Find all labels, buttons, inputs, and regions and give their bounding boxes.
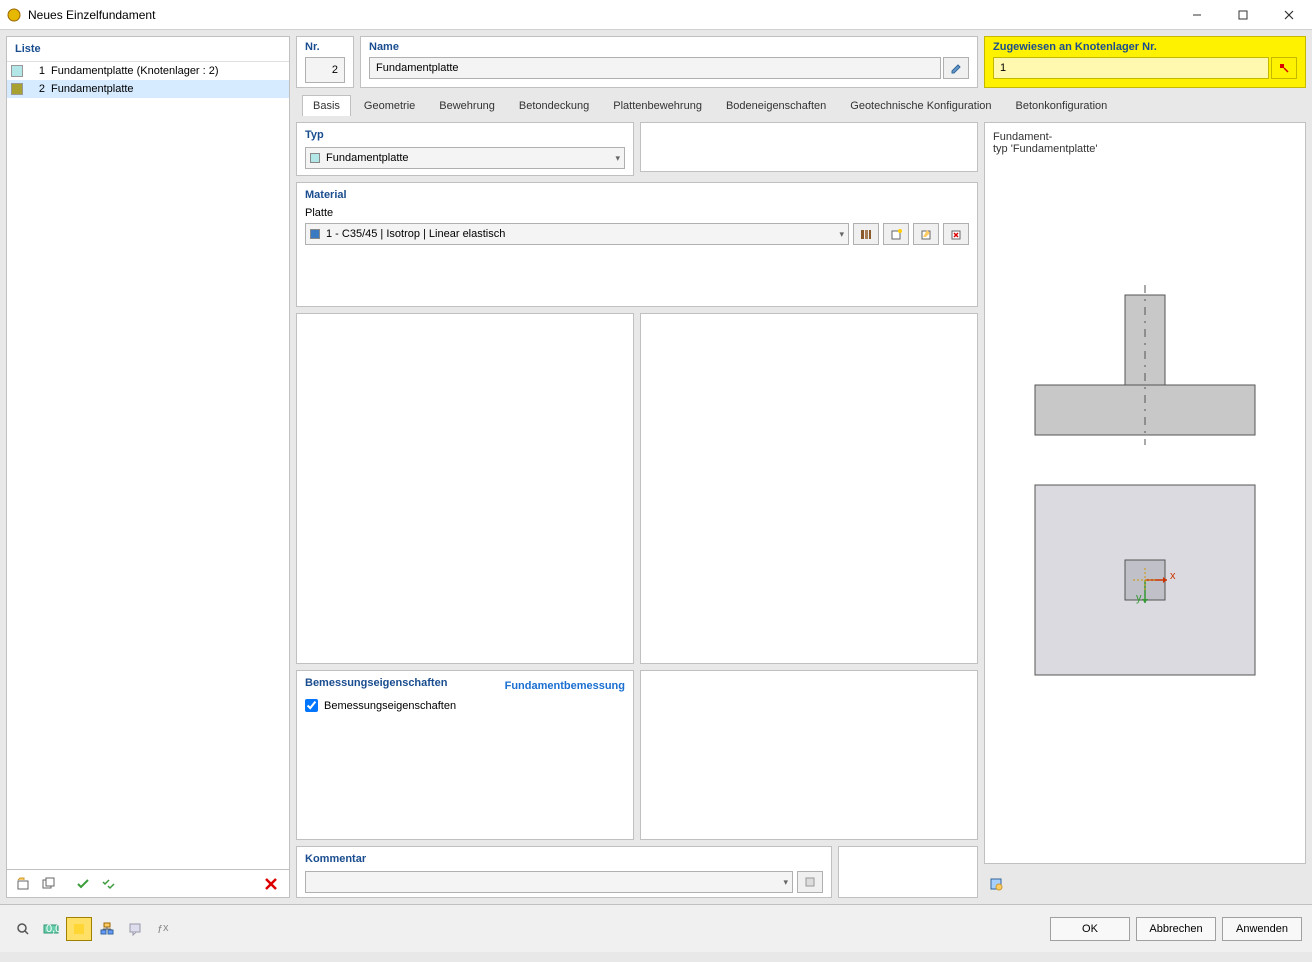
tree-status-button[interactable] bbox=[94, 917, 120, 941]
titlebar: Neues Einzelfundament bbox=[0, 0, 1312, 30]
empty-panel-top bbox=[640, 122, 978, 172]
design-header: Bemessungseigenschaften bbox=[305, 677, 447, 689]
preview-drawing: x y bbox=[993, 155, 1297, 855]
chevron-down-icon: ▾ bbox=[839, 229, 844, 240]
chevron-down-icon: ▾ bbox=[615, 153, 620, 164]
assigned-label: Zugewiesen an Knotenlager Nr. bbox=[993, 41, 1297, 53]
svg-text:x: x bbox=[1170, 570, 1176, 582]
name-group: Name bbox=[360, 36, 978, 88]
preview-line2: typ 'Fundamentplatte' bbox=[993, 143, 1297, 155]
bottombar: 0,00 fx OK Abbrechen Anwenden bbox=[0, 904, 1312, 952]
list-panel: Liste 1 Fundamentplatte (Knotenlager : 2… bbox=[6, 36, 290, 898]
svg-text:f: f bbox=[158, 924, 162, 936]
design-properties-checkbox[interactable] bbox=[305, 699, 318, 712]
function-status-button[interactable]: fx bbox=[150, 917, 176, 941]
maximize-button[interactable] bbox=[1220, 0, 1266, 30]
svg-text:y: y bbox=[1136, 592, 1142, 604]
color-swatch-icon bbox=[11, 83, 23, 95]
copy-item-button[interactable] bbox=[37, 873, 61, 895]
list-item-number: 2 bbox=[31, 83, 45, 95]
minimize-button[interactable] bbox=[1174, 0, 1220, 30]
delete-button[interactable] bbox=[259, 873, 283, 895]
list-item-label: Fundamentplatte (Knotenlager : 2) bbox=[51, 65, 219, 77]
material-header: Material bbox=[305, 189, 969, 201]
tab-geometrie[interactable]: Geometrie bbox=[353, 95, 426, 116]
name-input[interactable] bbox=[369, 57, 941, 79]
preview-settings-button[interactable] bbox=[984, 873, 1008, 895]
empty-panel-mid-right bbox=[640, 313, 978, 664]
check-single-button[interactable] bbox=[71, 873, 95, 895]
material-value: 1 - C35/45 | Isotrop | Linear elastisch bbox=[326, 228, 505, 240]
status-icons: 0,00 fx bbox=[10, 917, 176, 941]
edit-name-button[interactable] bbox=[943, 57, 969, 79]
typ-dropdown[interactable]: Fundamentplatte ▾ bbox=[305, 147, 625, 169]
ok-button[interactable]: OK bbox=[1050, 917, 1130, 941]
comment-edit-button[interactable] bbox=[797, 871, 823, 893]
assigned-input[interactable] bbox=[993, 57, 1269, 79]
nr-label: Nr. bbox=[305, 41, 345, 53]
list-item-label: Fundamentplatte bbox=[51, 83, 134, 95]
empty-panel-mid-left bbox=[296, 313, 634, 664]
check-all-button[interactable] bbox=[97, 873, 121, 895]
pick-assigned-button[interactable] bbox=[1271, 57, 1297, 79]
svg-text:x: x bbox=[163, 922, 169, 934]
material-sublabel: Platte bbox=[305, 207, 969, 219]
apply-button[interactable]: Anwenden bbox=[1222, 917, 1302, 941]
empty-panel-bottom-right bbox=[640, 670, 978, 840]
typ-panel: Typ Fundamentplatte ▾ bbox=[296, 122, 634, 176]
color-status-button[interactable] bbox=[66, 917, 92, 941]
name-label: Name bbox=[369, 41, 969, 53]
empty-panel-comment-right bbox=[838, 846, 978, 898]
material-swatch-icon bbox=[310, 229, 320, 239]
preview-toolbar bbox=[984, 870, 1306, 898]
design-link[interactable]: Fundamentbemessung bbox=[505, 680, 625, 692]
material-panel: Material Platte 1 - C35/45 | Isotrop | L… bbox=[296, 182, 978, 307]
list-item[interactable]: 2 Fundamentplatte bbox=[7, 80, 289, 98]
comment-dropdown[interactable]: ▾ bbox=[305, 871, 793, 893]
material-library-button[interactable] bbox=[853, 223, 879, 245]
tab-basis[interactable]: Basis bbox=[302, 95, 351, 116]
list-item-number: 1 bbox=[31, 65, 45, 77]
cancel-button[interactable]: Abbrechen bbox=[1136, 917, 1216, 941]
typ-swatch-icon bbox=[310, 153, 320, 163]
preview-panel: Fundament- typ 'Fundamentplatte' bbox=[984, 122, 1306, 864]
tab-plattenbewehrung[interactable]: Plattenbewehrung bbox=[602, 95, 713, 116]
typ-value: Fundamentplatte bbox=[326, 152, 409, 164]
list-item[interactable]: 1 Fundamentplatte (Knotenlager : 2) bbox=[7, 62, 289, 80]
tabs: Basis Geometrie Bewehrung Betondeckung P… bbox=[296, 94, 1306, 116]
tab-betondeckung[interactable]: Betondeckung bbox=[508, 95, 600, 116]
material-new-button[interactable] bbox=[883, 223, 909, 245]
nr-input[interactable] bbox=[305, 57, 345, 83]
tab-bodeneigenschaften[interactable]: Bodeneigenschaften bbox=[715, 95, 837, 116]
list-body: 1 Fundamentplatte (Knotenlager : 2) 2 Fu… bbox=[7, 62, 289, 869]
design-properties-panel: Bemessungseigenschaften Fundamentbemessu… bbox=[296, 670, 634, 840]
window-title: Neues Einzelfundament bbox=[28, 8, 1174, 22]
app-icon bbox=[6, 7, 22, 23]
material-delete-button[interactable] bbox=[943, 223, 969, 245]
units-status-button[interactable]: 0,00 bbox=[38, 917, 64, 941]
material-edit-button[interactable] bbox=[913, 223, 939, 245]
design-chk-label: Bemessungseigenschaften bbox=[324, 700, 456, 712]
list-header: Liste bbox=[7, 37, 289, 62]
tab-bewehrung[interactable]: Bewehrung bbox=[428, 95, 506, 116]
new-item-button[interactable] bbox=[11, 873, 35, 895]
typ-header: Typ bbox=[305, 129, 625, 141]
assigned-group: Zugewiesen an Knotenlager Nr. bbox=[984, 36, 1306, 88]
color-swatch-icon bbox=[11, 65, 23, 77]
comment-header: Kommentar bbox=[305, 853, 823, 865]
comment-panel: Kommentar ▾ bbox=[296, 846, 832, 898]
material-dropdown[interactable]: 1 - C35/45 | Isotrop | Linear elastisch … bbox=[305, 223, 849, 245]
annotation-status-button[interactable] bbox=[122, 917, 148, 941]
tab-betonkonfiguration[interactable]: Betonkonfiguration bbox=[1005, 95, 1119, 116]
close-button[interactable] bbox=[1266, 0, 1312, 30]
search-status-button[interactable] bbox=[10, 917, 36, 941]
svg-text:0,00: 0,00 bbox=[46, 923, 59, 935]
preview-line1: Fundament- bbox=[993, 131, 1297, 143]
list-toolbar bbox=[7, 869, 289, 897]
tab-geotechnische-konfiguration[interactable]: Geotechnische Konfiguration bbox=[839, 95, 1002, 116]
chevron-down-icon: ▾ bbox=[783, 877, 788, 888]
nr-group: Nr. bbox=[296, 36, 354, 88]
